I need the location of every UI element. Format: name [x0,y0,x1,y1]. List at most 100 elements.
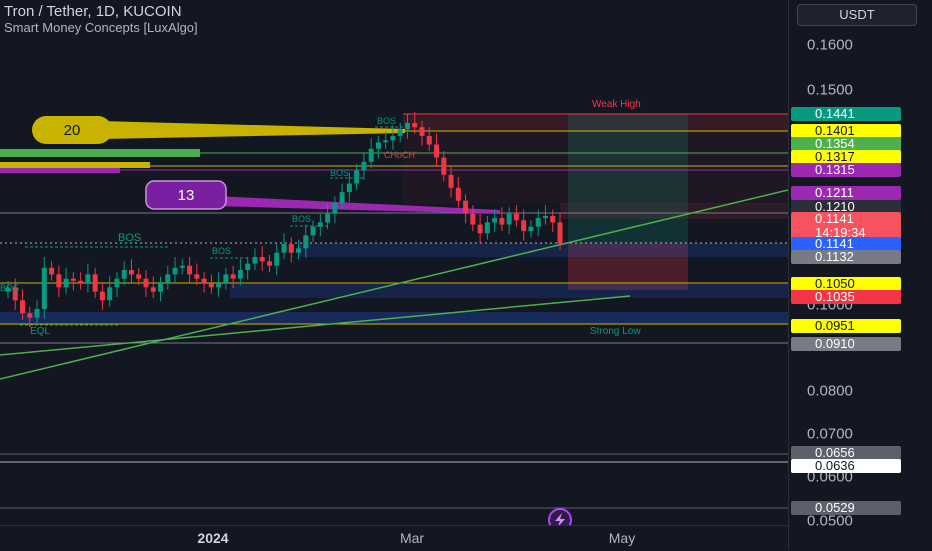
price-tag-value: 0.1441 [815,106,855,121]
candle-body [179,265,185,268]
candle-body [194,274,200,279]
price-tag-value: 0.0951 [815,318,855,333]
candle-body [63,278,69,288]
candle-body [310,226,316,236]
candle-body [172,267,178,275]
candle-body [412,122,418,128]
purple-callout-label: 13 [178,187,195,204]
candle-body [252,257,258,264]
bos-label-6: BOS [0,283,19,293]
candle-body [339,192,345,203]
price-tag-value: 0.1315 [815,162,855,177]
candle-body [325,213,331,223]
candle-body [34,308,40,318]
candle-body [521,220,527,232]
price-tag-value: 0.1132 [815,249,854,264]
candle-body [288,244,294,253]
bos-label-5: BOS [377,116,396,126]
gold-band [0,162,150,168]
candle-body [143,278,149,288]
candle-body [390,135,396,141]
price-tag-value: 0.1035 [815,289,855,304]
price-tag-value: 0.1211 [815,185,854,200]
bos-label-4: BOS [330,168,349,178]
candle-body [41,267,47,309]
candle-body [70,278,76,281]
price-tag: 0.1132 [791,250,901,264]
candle-body [27,313,33,318]
price-tag-value: 0.1141 [815,211,854,226]
candle-body [165,274,171,283]
candle-body [150,287,156,292]
candle-body [434,144,440,158]
candle-body [158,283,164,292]
candle-body [448,174,454,188]
candle-body [136,274,142,279]
candle-body [245,263,251,271]
time-axis[interactable]: 2024 Mar May [0,525,788,551]
candle-body [114,278,120,288]
candle-body [557,222,563,244]
candle-body [484,222,490,234]
candle-body [201,278,207,283]
candle-body [281,244,287,253]
order-block-1 [300,243,788,257]
price-tag: 0.1315 [791,163,901,177]
candle-body [492,218,498,223]
time-label: Mar [399,530,425,546]
chart-area[interactable]: 20 13 BOS BOS BOS BOS BOS BOS CHoCH Weak… [0,0,788,525]
candle-body [470,213,476,225]
choch-label: CHoCH [384,150,415,160]
candle-body [208,283,214,288]
symbol-title[interactable]: Tron / Tether, 1D, KUCOIN [4,3,182,20]
price-tag: 0.0636 [791,459,901,473]
price-tag-value: 0.0636 [815,458,855,473]
candle-body [463,200,469,214]
price-tick: 0.0500 [807,512,853,530]
candle-body [20,300,26,314]
indicator-title[interactable]: Smart Money Concepts [LuxAlgo] [4,20,198,35]
candle-body [99,291,105,301]
candle-body [368,148,374,162]
candle-body [383,140,389,143]
candle-body [85,274,91,283]
price-tag: 0.1035 [791,290,901,304]
gold-callout-tail [100,121,405,139]
candle-body [455,187,461,201]
bos-label-3: BOS [292,214,311,224]
price-tick: 0.1500 [807,81,853,99]
price-chart[interactable]: 20 13 BOS BOS BOS BOS BOS BOS CHoCH Weak… [0,0,788,525]
candle-body [441,157,447,175]
currency-button[interactable]: USDT [797,4,917,26]
price-tick: 0.0800 [807,382,853,400]
price-tag: 0.1211 [791,186,901,200]
candle-body [107,287,113,301]
price-tag: 0.0951 [791,319,901,333]
lightning-icon[interactable] [548,508,572,525]
candle-body [128,270,134,275]
strong-low-label: Strong Low [590,326,641,337]
candle-body [499,218,505,225]
time-label: May [608,530,636,546]
candle-body [56,274,62,288]
candle-body [375,142,381,149]
price-tag: 0.0910 [791,337,901,351]
candle-body [513,213,519,221]
candle-body [49,267,55,275]
candle-body [78,280,84,283]
price-tag-value: 0.0910 [815,336,855,351]
candle-body [187,265,193,275]
candle-body [346,183,352,193]
candle-body [317,222,323,227]
candle-body [426,135,432,145]
bos-label-2: BOS [212,246,231,256]
candle-body [550,215,556,223]
purple-band [0,168,120,173]
candle-body [296,248,302,253]
eql-label: EQL [30,326,50,337]
candle-body [223,274,229,283]
price-tick: 0.1600 [807,36,853,54]
candle-body [542,215,548,219]
price-scale[interactable]: USDT 0.1600 0.1500 0.1000 0.0800 0.0700 0.060… [788,0,932,550]
candle-body [477,224,483,234]
